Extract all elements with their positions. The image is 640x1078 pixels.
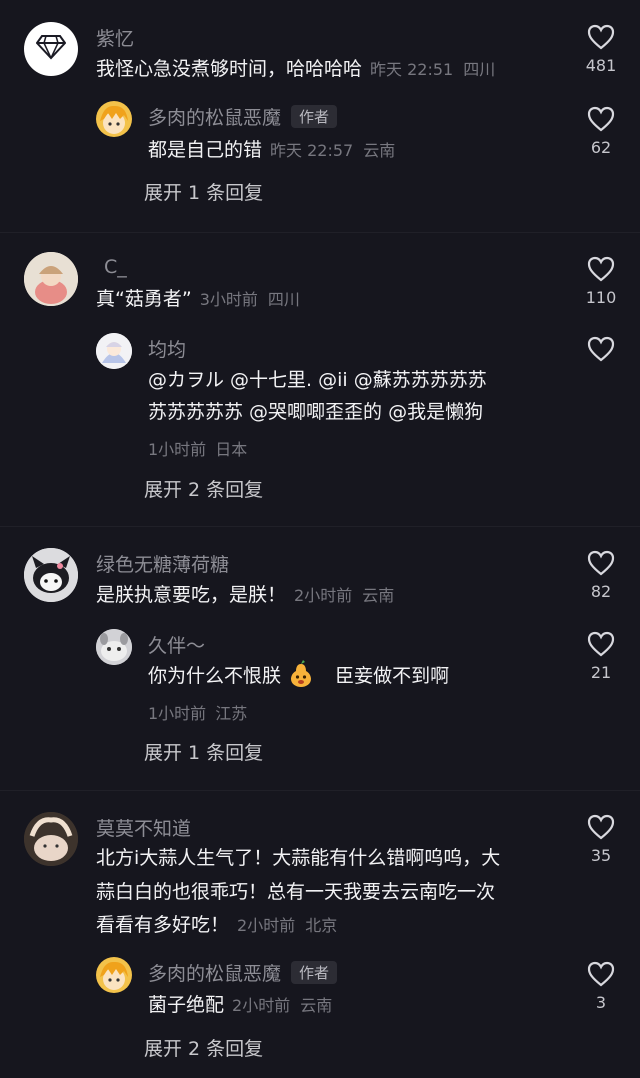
like-count: 481 (585, 56, 617, 75)
comment-body: 真“菇勇者” (96, 288, 192, 310)
reply-time: 昨天 22:57 (270, 141, 354, 160)
reply-location: 江苏 (215, 704, 248, 723)
reply-location: 日本 (215, 440, 248, 459)
comment-location: 四川 (463, 60, 496, 79)
comment-body: 是朕执意要吃，是朕！ (96, 584, 287, 606)
reply-author[interactable]: 多肉的松鼠恶魔 作者 (148, 103, 338, 130)
expand-replies-button[interactable]: 展开 2 条回复 (144, 475, 263, 502)
heart-icon (587, 961, 615, 987)
expand-replies-button[interactable]: 展开 2 条回复 (144, 1034, 263, 1061)
reply-location: 云南 (363, 141, 396, 160)
reply-author-name: 多肉的松鼠恶魔 (148, 107, 282, 129)
expand-replies-button[interactable]: 展开 1 条回复 (144, 738, 263, 765)
like-count: 110 (585, 288, 617, 307)
comment-body: 我怪心急没煮够时间，哈哈哈哈 (96, 58, 363, 80)
comment-author[interactable]: 莫莫不知道 (96, 814, 191, 841)
reply-time: 1小时前 (148, 440, 207, 459)
like-button[interactable]: 82 (582, 550, 620, 601)
heart-icon (587, 256, 615, 282)
reply-author[interactable]: 均均 (148, 335, 186, 362)
comment-body: 看看有多好吃！ (96, 914, 230, 936)
comment-time: 2小时前 (237, 916, 296, 935)
comment-text-line: 北方i大蒜人生气了！大蒜能有什么错啊呜呜，大 (96, 847, 501, 869)
divider (0, 526, 640, 527)
comment-location: 云南 (362, 586, 395, 605)
reply-text: 菌子绝配 2小时前 云南 (148, 989, 332, 1022)
like-count: 21 (590, 663, 612, 682)
reply-author-name: 多肉的松鼠恶魔 (148, 963, 282, 985)
reply-location: 云南 (300, 996, 333, 1015)
reply-time: 1小时前 (148, 704, 207, 723)
comment-author[interactable]: 紫忆 (96, 24, 134, 51)
reply-meta: 1小时前 江苏 (148, 700, 247, 724)
diamond-icon (35, 34, 67, 64)
divider (0, 232, 640, 233)
reply-text: 你为什么不恨朕 臣妾做不到啊 (148, 660, 449, 698)
author-badge: 作者 (291, 961, 338, 984)
comment-location: 四川 (267, 290, 300, 309)
like-count: 82 (590, 582, 612, 601)
heart-icon (587, 24, 615, 50)
like-button[interactable] (582, 336, 620, 368)
avatar[interactable] (96, 629, 132, 665)
avatar[interactable] (96, 333, 132, 369)
comment-location: 北京 (305, 916, 338, 935)
expand-label: 展开 1 条回复 (144, 742, 264, 764)
comment-time: 2小时前 (294, 586, 353, 605)
reply-author[interactable]: 多肉的松鼠恶魔 作者 (148, 959, 338, 986)
comment-time: 昨天 22:51 (370, 60, 454, 79)
expand-label: 展开 1 条回复 (144, 182, 264, 204)
expand-label: 展开 2 条回复 (144, 479, 264, 501)
reply-body: 菌子绝配 (148, 994, 225, 1016)
like-button[interactable]: 3 (582, 961, 620, 1012)
reply-text-line: @カヲル @十七里. @ii @蘇苏苏苏苏苏 (148, 369, 487, 391)
comment-text-line: 蒜白白的也很乖巧！总有一天我要去云南吃一次 (96, 881, 496, 903)
reply-text-line: 苏苏苏苏苏 @哭唧唧歪歪的 @我是懒狗 (148, 401, 484, 423)
reply-author[interactable]: 久伴～ (148, 631, 205, 658)
reply-text: 都是自己的错 昨天 22:57 云南 (148, 134, 395, 167)
divider (0, 790, 640, 791)
avatar[interactable] (24, 548, 78, 602)
heart-icon (587, 336, 615, 362)
comment-author[interactable]: 绿色无糖薄荷糖 (96, 550, 229, 577)
reply-meta: 1小时前 日本 (148, 436, 247, 460)
avatar[interactable] (24, 812, 78, 866)
heart-icon (587, 631, 615, 657)
like-count: 62 (590, 138, 612, 157)
like-button[interactable]: 21 (582, 631, 620, 682)
like-count: 3 (595, 993, 607, 1012)
like-button[interactable]: 110 (582, 256, 620, 307)
avatar[interactable] (24, 22, 78, 76)
like-button[interactable]: 481 (582, 24, 620, 75)
comment-text: 我怪心急没煮够时间，哈哈哈哈 昨天 22:51 四川 (96, 53, 495, 86)
heart-icon (587, 106, 615, 132)
reply-body: 臣妾做不到啊 (335, 665, 450, 687)
comment-time: 3小时前 (199, 290, 258, 309)
like-count: 35 (590, 846, 612, 865)
author-badge: 作者 (291, 105, 338, 128)
comment-author[interactable]: C_ (104, 256, 127, 278)
expand-label: 展开 2 条回复 (144, 1038, 264, 1060)
avatar[interactable] (96, 957, 132, 993)
pear-emoji-icon (287, 660, 315, 698)
reply-body: 都是自己的错 (148, 139, 263, 161)
avatar[interactable] (24, 252, 78, 306)
reply-time: 2小时前 (232, 996, 291, 1015)
heart-icon (587, 550, 615, 576)
comment-text: 真“菇勇者” 3小时前 四川 (96, 283, 300, 316)
comment-text: 是朕执意要吃，是朕！ 2小时前 云南 (96, 579, 394, 612)
avatar[interactable] (96, 101, 132, 137)
reply-body: 你为什么不恨朕 (148, 665, 282, 687)
comment-text: 看看有多好吃！ 2小时前 北京 (96, 909, 337, 942)
like-button[interactable]: 35 (582, 814, 620, 865)
expand-replies-button[interactable]: 展开 1 条回复 (144, 178, 263, 205)
like-button[interactable]: 62 (582, 106, 620, 157)
heart-icon (587, 814, 615, 840)
